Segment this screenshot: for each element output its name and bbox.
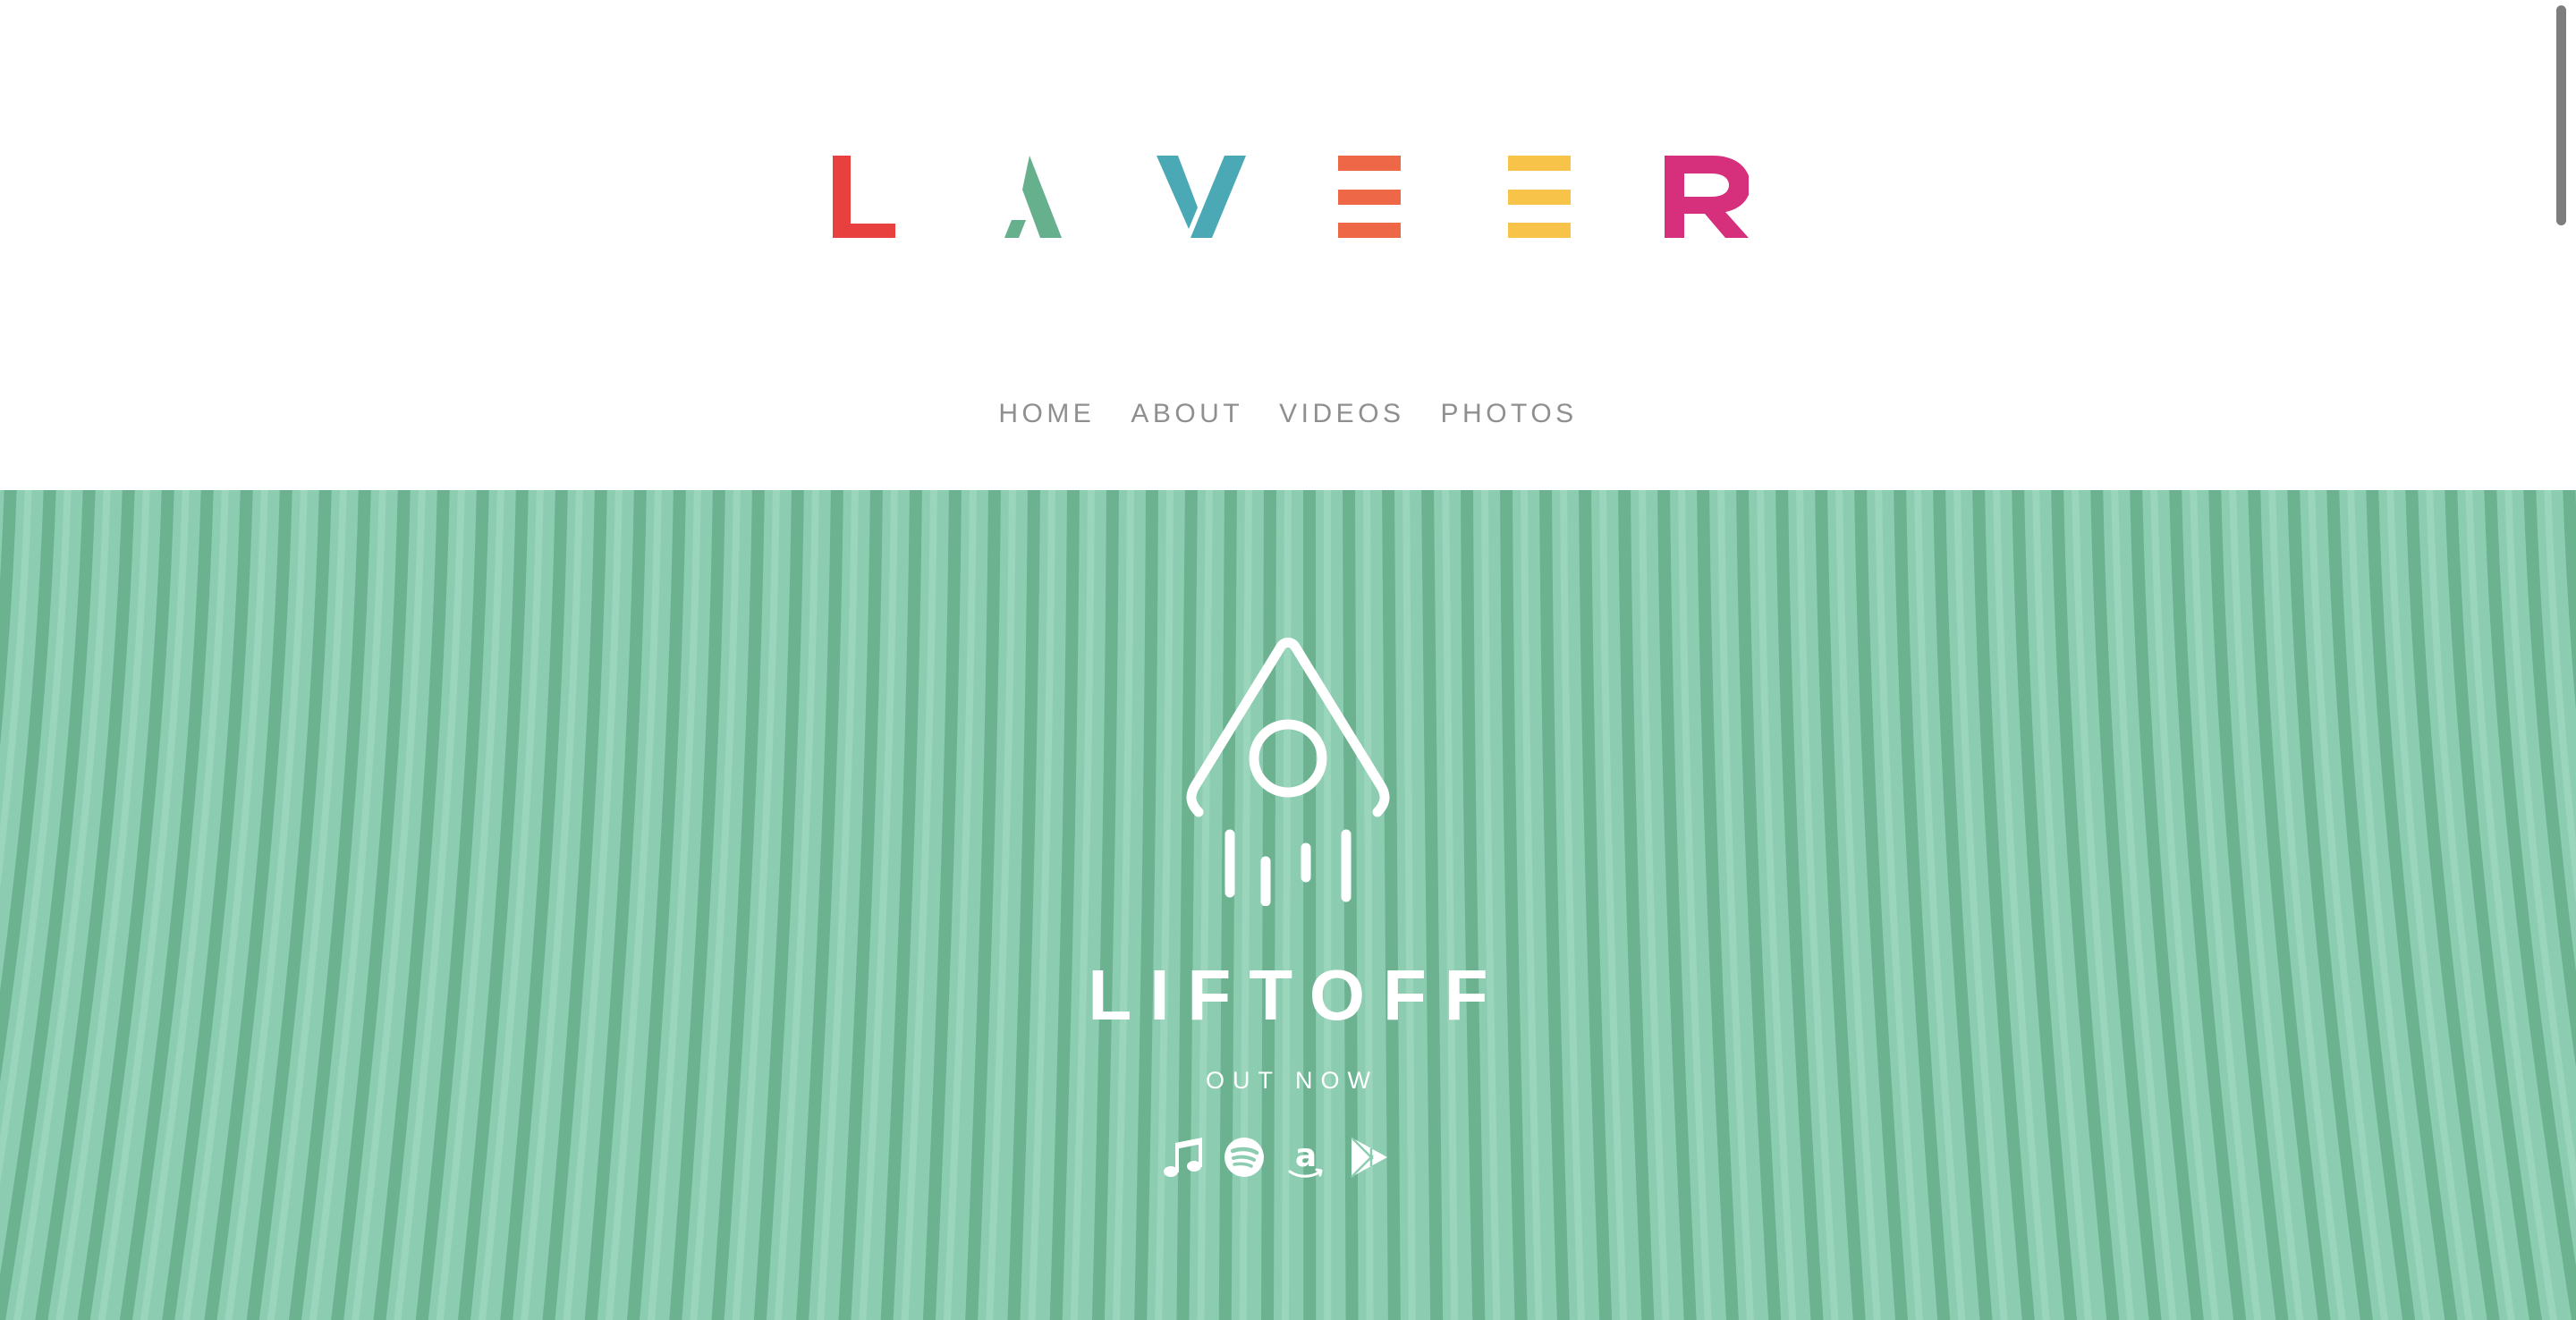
- google-play-link[interactable]: [1344, 1134, 1391, 1180]
- spotify-icon: [1224, 1138, 1264, 1177]
- logo-letter-l: [833, 156, 895, 238]
- logo-letter-r: [1665, 156, 1749, 238]
- amazon-link[interactable]: a: [1283, 1134, 1329, 1180]
- logo-v-left: [1157, 156, 1198, 229]
- logo-v-right: [1191, 156, 1246, 238]
- release-title: LIFTOFF: [1088, 955, 1506, 1035]
- rocket-icon: [1186, 638, 1390, 906]
- itunes-link[interactable]: [1160, 1134, 1207, 1180]
- nav-videos[interactable]: VIDEOS: [1279, 392, 1404, 436]
- amazon-icon: a: [1288, 1138, 1323, 1178]
- nav-photos[interactable]: PHOTOS: [1441, 392, 1578, 436]
- itunes-music-note-icon: [1164, 1138, 1202, 1177]
- page: HOME ABOUT VIDEOS PHOTOS LIFTOFF OUT NOW: [0, 0, 2576, 1320]
- scrollbar-thumb[interactable]: [2556, 5, 2566, 225]
- logo-letter-e1: [1338, 156, 1401, 238]
- logo-e2-mid: [1508, 190, 1571, 205]
- logo-letter-a: [1004, 156, 1062, 238]
- svg-text:a: a: [1295, 1138, 1317, 1174]
- logo-e2-bottom: [1508, 223, 1571, 238]
- page-scrollbar[interactable]: [2551, 0, 2576, 1320]
- nav-about[interactable]: ABOUT: [1131, 392, 1243, 436]
- nav-home[interactable]: HOME: [998, 392, 1095, 436]
- logo-e2-top: [1508, 156, 1571, 171]
- logo-letter-e2: [1508, 156, 1571, 238]
- spotify-link[interactable]: [1221, 1134, 1267, 1180]
- logo-a-left: [1004, 220, 1026, 238]
- logo-a-right: [1022, 156, 1062, 238]
- laveer-logo: [833, 156, 1749, 238]
- logo-e1-top: [1338, 156, 1401, 171]
- google-play-icon: [1351, 1137, 1387, 1178]
- logo-l-foot: [833, 224, 895, 238]
- site-header: HOME ABOUT VIDEOS PHOTOS: [0, 0, 2576, 490]
- release-subtitle: OUT NOW: [1206, 1067, 1378, 1094]
- logo-e1-mid: [1338, 190, 1401, 205]
- main-nav: HOME ABOUT VIDEOS PHOTOS: [0, 392, 2576, 436]
- store-links: a: [0, 1134, 2576, 1223]
- logo-e1-bottom: [1338, 223, 1401, 238]
- rocket-window: [1249, 719, 1327, 798]
- logo-letter-v: [1157, 156, 1246, 238]
- logo-r-shape: [1665, 156, 1749, 238]
